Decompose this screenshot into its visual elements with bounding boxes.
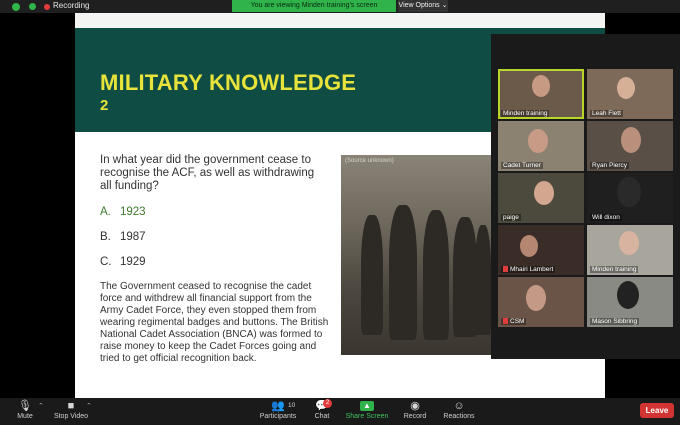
participant-name: Will dixon <box>590 214 622 221</box>
option-a: A. 1923 <box>100 206 146 218</box>
photo-figure <box>389 205 417 340</box>
viewing-screen-banner: You are viewing Minden training's screen <box>232 0 396 12</box>
share-screen-button[interactable]: ▲ Share Screen <box>344 400 390 420</box>
photo-figure <box>361 215 383 335</box>
participant-face <box>617 281 639 309</box>
participant-face <box>526 285 546 311</box>
video-caret-icon[interactable]: ⌃ <box>86 402 92 410</box>
participant-face <box>528 129 548 153</box>
stop-video-label: Stop Video <box>53 413 89 420</box>
option-b: B. 1987 <box>100 231 146 243</box>
participant-name: paige <box>501 214 521 221</box>
option-letter: A. <box>100 206 111 218</box>
option-text: 1923 <box>120 206 146 218</box>
share-screen-label: Share Screen <box>345 413 389 420</box>
stop-video-button[interactable]: ■ Stop Video <box>52 400 90 420</box>
zoom-window: Recording You are viewing Minden trainin… <box>0 0 680 425</box>
reactions-button[interactable]: ☺ Reactions <box>442 400 476 420</box>
photo-caption: (Source unknown) <box>345 158 394 164</box>
participants-count: 10 <box>288 402 296 409</box>
participant-name: Mhairi Lambert <box>501 266 556 273</box>
participant-name: Ryan Piercy <box>590 162 630 169</box>
encryption-icon[interactable] <box>29 3 36 10</box>
historical-photo: (Source unknown) <box>341 155 491 355</box>
muted-mic-icon <box>503 266 508 273</box>
option-text: 1929 <box>120 256 146 268</box>
participants-button[interactable]: 👥 10 Participants <box>258 400 298 420</box>
participant-face <box>534 181 554 205</box>
mute-button[interactable]: 🎙 Mute <box>14 400 36 420</box>
participant-tile[interactable]: Cadet Turner <box>498 121 584 171</box>
participant-face <box>621 127 641 153</box>
participant-name-text: Mhairi Lambert <box>510 266 554 273</box>
participant-face <box>619 231 639 255</box>
leave-button[interactable]: Leave <box>640 403 674 418</box>
answer-explanation: The Government ceased to recognise the c… <box>100 281 329 364</box>
record-label: Record <box>403 413 427 420</box>
reactions-smiley-icon: ☺ <box>453 400 465 412</box>
recording-label: Recording <box>53 1 90 10</box>
option-c: C. 1929 <box>100 256 146 268</box>
view-options-button[interactable]: View Options ⌄ <box>398 0 448 12</box>
participant-tile[interactable]: CSM <box>498 277 584 327</box>
bottom-toolbar: 🎙 Mute ⌃ ■ Stop Video ⌃ 👥 10 Participant… <box>0 398 680 425</box>
record-icon: ◉ <box>410 400 420 412</box>
participant-name: Leah Flett <box>590 110 623 117</box>
participant-face <box>617 177 641 207</box>
participant-name: CSM <box>501 318 527 325</box>
record-button[interactable]: ◉ Record <box>402 400 428 420</box>
participant-tile[interactable]: Mason Sibbring <box>587 277 673 327</box>
option-letter: B. <box>100 231 111 243</box>
mute-caret-icon[interactable]: ⌃ <box>38 402 44 410</box>
chat-button[interactable]: 💬 2 Chat <box>310 399 334 420</box>
participant-tile[interactable]: Will dixon <box>587 173 673 223</box>
top-bar: Recording You are viewing Minden trainin… <box>0 0 680 13</box>
video-camera-icon: ■ <box>67 400 75 412</box>
participant-face <box>532 75 550 97</box>
microphone-icon: 🎙 <box>18 400 32 412</box>
photo-figure <box>475 225 491 335</box>
mute-label: Mute <box>17 413 33 420</box>
slide-top-strip <box>75 13 605 28</box>
reactions-label: Reactions <box>443 413 475 420</box>
participant-name: Minden training <box>590 266 639 273</box>
muted-mic-icon <box>503 318 508 325</box>
participant-tile[interactable]: paige <box>498 173 584 223</box>
option-text: 1987 <box>120 231 146 243</box>
participant-tile[interactable]: Minden training <box>587 225 673 275</box>
recording-dot-icon <box>44 4 50 10</box>
participant-tile[interactable]: Ryan Piercy <box>587 121 673 171</box>
option-letter: C. <box>100 256 112 268</box>
participant-tile[interactable]: Leah Flett <box>587 69 673 119</box>
chat-label: Chat <box>314 413 330 420</box>
slide-title: MILITARY KNOWLEDGE <box>100 70 357 95</box>
photo-figure <box>423 210 449 340</box>
slide-subtitle: 2 <box>100 97 109 114</box>
photo-figure <box>453 217 477 337</box>
participant-gallery: Minden training Leah Flett Cadet Turner … <box>491 34 680 359</box>
participant-face <box>520 235 538 257</box>
participant-name: Mason Sibbring <box>590 318 640 325</box>
participant-tile[interactable]: Mhairi Lambert <box>498 225 584 275</box>
participant-tile[interactable]: Minden training <box>498 69 584 119</box>
participant-name-text: CSM <box>510 318 525 325</box>
participants-label: Participants <box>259 413 297 420</box>
security-shield-icon[interactable] <box>12 3 20 11</box>
quiz-question: In what year did the government cease to… <box>100 154 315 192</box>
participant-name: Cadet Turner <box>501 162 543 169</box>
participant-name: Minden training <box>501 110 550 117</box>
participant-face <box>617 77 635 99</box>
share-screen-arrow-icon: ▲ <box>360 401 374 411</box>
chat-unread-badge: 2 <box>323 399 332 408</box>
